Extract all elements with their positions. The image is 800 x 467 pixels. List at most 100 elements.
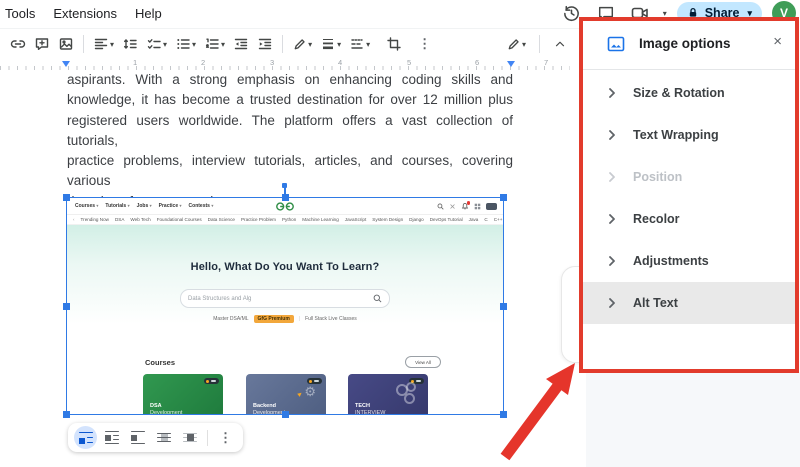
share-label: Share (704, 6, 740, 20)
subnav-item: Python (281, 217, 297, 222)
panel-item-text-wrapping[interactable]: Text Wrapping (583, 114, 795, 156)
gfg-searchbar-icon (373, 294, 382, 303)
align-button[interactable]: ▾ (89, 32, 118, 56)
gfg-screenshot: Courses ▾ Tutorials ▾ Jobs ▾ Practice ▾ … (67, 198, 503, 414)
toolbar-more-button[interactable]: ⋮ (414, 32, 435, 56)
subnav-item: DSA (114, 217, 125, 222)
border-weight-button[interactable]: ▾ (316, 32, 345, 56)
ruler-number: 1 (133, 58, 138, 67)
panel-item-alt-text[interactable]: Alt Text (583, 282, 795, 324)
resize-handle-ne[interactable] (500, 194, 507, 201)
border-dash-button[interactable]: ▾ (345, 32, 374, 56)
gear-icon: ⚙ (304, 384, 316, 399)
insert-image-button[interactable] (54, 32, 78, 56)
image-wrap-toolbar: ⋮ (68, 423, 243, 452)
lock-icon (689, 7, 696, 17)
resize-handle-s[interactable] (282, 411, 289, 418)
behind-text-icon (156, 431, 171, 445)
in-front-of-text-button[interactable] (178, 426, 201, 449)
editing-mode-caret-icon[interactable]: ▾ (522, 40, 526, 49)
border-color-caret-icon[interactable]: ▾ (308, 40, 312, 49)
insert-link-button[interactable] (6, 32, 30, 56)
wrap-text-button[interactable] (100, 426, 123, 449)
wrap-text-icon (104, 430, 119, 445)
subnav-item: Django (409, 217, 424, 222)
gfg-search-icon (437, 203, 444, 210)
gfg-search-placeholder: Data Structures and Alg (188, 295, 252, 302)
resize-handle-nw[interactable] (63, 194, 70, 201)
panel-title: Image options (639, 36, 731, 51)
subnav-item: C++ (493, 217, 503, 222)
behind-text-button[interactable] (152, 426, 175, 449)
hero-chip: Full Stack Live Classes (305, 316, 357, 322)
version-history-icon[interactable] (560, 1, 584, 25)
wrap-inline-button[interactable] (74, 426, 97, 449)
border-dash-caret-icon[interactable]: ▾ (366, 40, 370, 49)
gfg-sparkle-icon (450, 203, 455, 209)
subnav-item: C (484, 217, 488, 222)
menu-help[interactable]: Help (135, 6, 162, 21)
video-call-caret-icon[interactable]: ▾ (663, 9, 667, 18)
menu-tools[interactable]: Tools (5, 6, 35, 21)
chevron-right-icon (609, 130, 615, 140)
checklist-button[interactable]: ▾ (142, 32, 171, 56)
decrease-indent-button[interactable] (229, 32, 253, 56)
inline-icon (78, 431, 93, 445)
panel-item-size-rotation[interactable]: Size & Rotation (583, 72, 795, 114)
crop-image-button[interactable] (382, 32, 406, 56)
checklist-caret-icon[interactable]: ▾ (163, 40, 167, 49)
menu-extensions[interactable]: Extensions (53, 6, 117, 21)
view-all-button: View All (405, 356, 441, 368)
gfg-hero-chips: Master DSA/ML GfG Premium | Full Stack L… (213, 315, 357, 323)
editing-mode-button[interactable]: ▾ (502, 32, 530, 56)
bulleted-list-caret-icon[interactable]: ▾ (192, 40, 196, 49)
panel-item-recolor[interactable]: Recolor (583, 198, 795, 240)
in-front-icon (182, 431, 197, 445)
hero-chip-premium: GfG Premium (253, 315, 294, 323)
left-indent-marker[interactable] (62, 61, 70, 67)
paragraph-line: aspirants. With a strong emphasis on enh… (67, 72, 513, 87)
bulleted-list-button[interactable]: ▾ (171, 32, 200, 56)
right-indent-marker[interactable] (507, 61, 515, 67)
break-text-icon (130, 430, 145, 445)
numbered-list-button[interactable]: ▾ (200, 32, 229, 56)
gfg-apps-icon (474, 203, 481, 209)
ruler-number: 7 (544, 58, 549, 67)
chevron-right-icon (609, 214, 615, 224)
cursor-arrow-icon (297, 391, 303, 397)
gfg-signin-button (486, 202, 497, 210)
gfg-logo-icon (274, 201, 296, 212)
align-caret-icon[interactable]: ▾ (110, 40, 114, 49)
chevron-right-icon (609, 88, 615, 98)
gfg-notifications-icon (461, 201, 470, 210)
border-color-button[interactable]: ▾ (288, 32, 316, 56)
resize-handle-n[interactable] (282, 194, 289, 201)
wrap-more-options-button[interactable]: ⋮ (214, 426, 237, 449)
rotation-handle[interactable] (282, 183, 287, 188)
resize-handle-sw[interactable] (63, 411, 70, 418)
resize-handle-se[interactable] (500, 411, 507, 418)
increase-indent-button[interactable] (253, 32, 277, 56)
gfg-nav-item: Courses ▾ (75, 203, 99, 209)
resize-handle-w[interactable] (63, 303, 70, 310)
ruler-number: 3 (270, 58, 275, 67)
gfg-nav-item: Jobs ▾ (136, 203, 152, 209)
chevron-right-icon (609, 256, 615, 266)
embedded-image[interactable]: Courses ▾ Tutorials ▾ Jobs ▾ Practice ▾ … (63, 183, 507, 418)
gfg-subnav: ‹ Trending Now DSA Web Tech Foundational… (67, 215, 503, 225)
gfg-nav-item: Tutorials ▾ (105, 203, 130, 209)
resize-handle-e[interactable] (500, 303, 507, 310)
gfg-nav-item: Practice ▾ (158, 203, 182, 209)
numbered-list-caret-icon[interactable]: ▾ (221, 40, 225, 49)
share-caret-icon[interactable]: ▾ (747, 8, 752, 19)
hide-menus-button[interactable] (549, 32, 571, 56)
panel-item-adjustments[interactable]: Adjustments (583, 240, 795, 282)
break-text-button[interactable] (126, 426, 149, 449)
subnav-item: Practice Problem (240, 217, 276, 222)
document-paragraph[interactable]: aspirants. With a strong emphasis on enh… (67, 70, 513, 212)
chevron-right-icon (609, 172, 615, 182)
panel-close-icon[interactable]: × (773, 33, 782, 50)
add-comment-button[interactable] (30, 32, 54, 56)
border-weight-caret-icon[interactable]: ▾ (337, 40, 341, 49)
line-spacing-button[interactable] (118, 32, 142, 56)
